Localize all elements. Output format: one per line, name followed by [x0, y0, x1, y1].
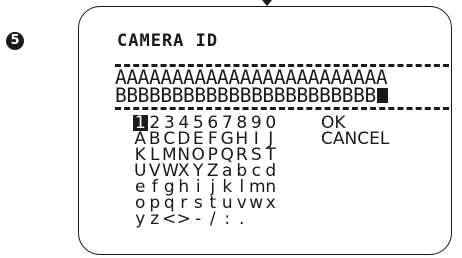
character-row: y z <> - /:.: [133, 211, 278, 228]
camera-id-line-2[interactable]: BBBBBBBBBBBBBBBBBBBBBBB: [115, 86, 388, 106]
screen-title: CAMERA ID: [117, 31, 219, 51]
menu-options: OK CANCEL: [321, 115, 389, 148]
character-key[interactable]: x: [264, 195, 279, 212]
camera-id-screen: CAMERA ID AAAAAAAAAAAAAAAAAAAAAAAA BBBBB…: [78, 6, 452, 255]
cancel-option[interactable]: CANCEL: [321, 131, 389, 148]
character-key[interactable]: /: [206, 211, 221, 228]
character-grid: 1 2 3 4 5 6 7 8 9 0 A B C D E F GH I J K L MNO P Q R S T U VWX Y Za b c d…: [133, 115, 279, 228]
character-key[interactable]: y: [133, 211, 148, 228]
character-key[interactable]: w: [249, 195, 264, 212]
character-key[interactable]: >: [177, 211, 192, 228]
character-key[interactable]: :: [220, 211, 235, 228]
step-number-badge: 5: [6, 32, 24, 50]
dashed-divider-bottom: [115, 107, 449, 110]
text-cursor: [376, 88, 388, 103]
character-key[interactable]: z: [148, 211, 163, 228]
character-key[interactable]: .: [235, 211, 250, 228]
character-key[interactable]: -: [191, 211, 206, 228]
character-key[interactable]: <: [162, 211, 177, 228]
camera-id-line-2-text: BBBBBBBBBBBBBBBBBBBBBBB: [115, 84, 376, 107]
